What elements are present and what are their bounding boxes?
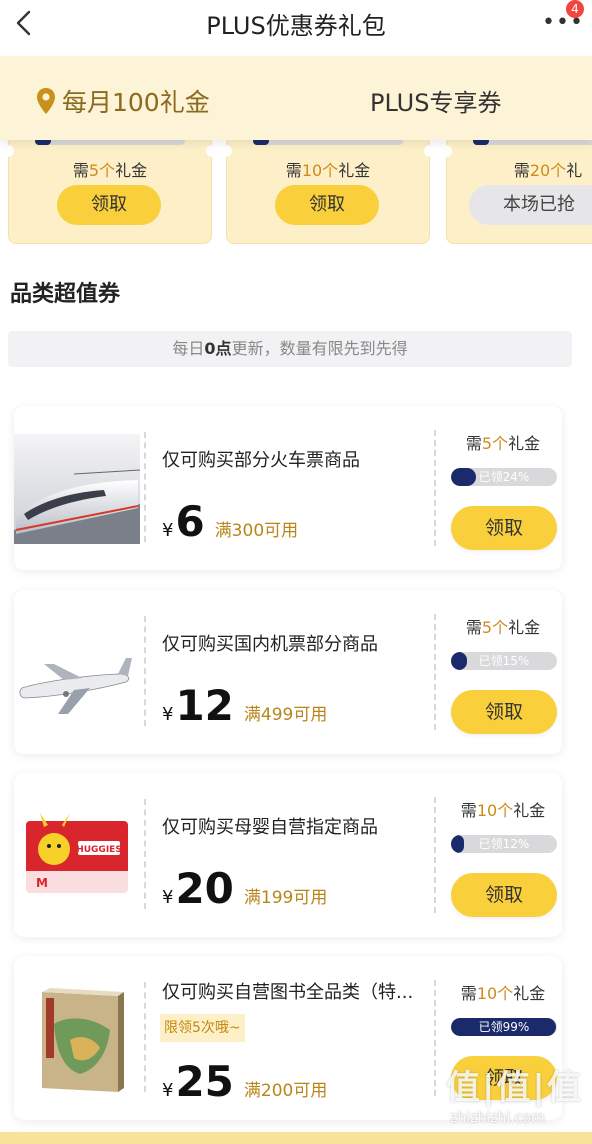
claimed-progress-bar: 已领99% [451, 1018, 557, 1036]
tab-label: 每月100礼金 [62, 88, 210, 117]
update-notice: 每日0点更新，数量有限先到先得 [8, 331, 572, 367]
sold-out-button[interactable]: 本场已抢 [469, 185, 592, 225]
airplane-image [14, 618, 140, 728]
mini-progress-bar [253, 140, 403, 145]
claimed-progress-bar: 已领12% [451, 835, 557, 853]
mini-need-text: 需5个礼金 [72, 161, 148, 180]
watermark: 值|值|值 zhizhizhi.com [420, 1060, 590, 1140]
mini-need-text: 需20个礼 [513, 161, 583, 180]
coupon-amount: ¥20 满199可用 [162, 864, 328, 913]
limit-tag: 限领5次哦~ [160, 1014, 245, 1042]
mini-progress-bar [35, 140, 185, 145]
claim-button[interactable]: 领取 [451, 690, 557, 734]
coupon-card: HUGGIES M 仅可购买母婴自营指定商品 ¥20 满199可用 需10个礼金 … [14, 773, 562, 937]
more-dots-icon: ••• [542, 10, 584, 35]
watermark-url: zhizhizhi.com [450, 1110, 545, 1126]
coupon-description: 仅可购买部分火车票商品 [162, 450, 360, 471]
gift-requirement: 需10个礼金 [460, 984, 546, 1003]
notification-badge: 4 [566, 0, 584, 18]
coupon-card: 仅可购买部分火车票商品 ¥6 满300可用 需5个礼金 已领24% 领取 [14, 406, 562, 570]
mini-coupon: 需10个礼金 领取 [220, 140, 436, 244]
coupon-description: 仅可购买国内机票部分商品 [162, 634, 378, 655]
page-title: PLUS优惠券礼包 [206, 12, 386, 40]
mini-need-text: 需10个礼金 [285, 161, 371, 180]
coupon-amount: ¥6 满300可用 [162, 497, 299, 546]
tab-monthly-gift[interactable]: 每月100礼金 [36, 83, 210, 119]
tab-plus-coupons[interactable]: PLUS专享券 [370, 83, 501, 118]
gift-requirement: 需5个礼金 [465, 434, 541, 453]
train-image [14, 434, 140, 544]
claim-button[interactable]: 领取 [57, 185, 161, 225]
gift-requirement: 需10个礼金 [460, 801, 546, 820]
nav-header: PLUS优惠券礼包 ••• 4 [0, 0, 592, 56]
mini-coupon: 需5个礼金 领取 [2, 140, 218, 244]
mini-coupon: 需20个礼 本场已抢 [440, 140, 592, 244]
claimed-progress-bar: 已领24% [451, 468, 557, 486]
mini-progress-bar [473, 140, 592, 145]
diaper-image: HUGGIES M [14, 801, 140, 911]
claim-button[interactable]: 领取 [275, 185, 379, 225]
location-pin-icon [37, 88, 55, 114]
coupon-card: 仅可购买国内机票部分商品 ¥12 满499可用 需5个礼金 已领15% 领取 [14, 590, 562, 754]
coupon-amount: ¥25 满200可用 [162, 1057, 328, 1106]
claim-button[interactable]: 领取 [451, 873, 557, 917]
coupon-amount: ¥12 满499可用 [162, 681, 328, 730]
watermark-logo: 值|值|值 [446, 1068, 583, 1108]
coupon-description: 仅可购买母婴自营指定商品 [162, 817, 378, 838]
svg-text:M: M [36, 876, 48, 890]
svg-text:HUGGIES: HUGGIES [76, 845, 122, 855]
section-title: 品类超值券 [10, 282, 121, 307]
coupon-description: 仅可购买自营图书全品类（特... [162, 982, 414, 1003]
top-coupon-strip: 需5个礼金 领取 需10个礼金 领取 需20个礼 本场已抢 [0, 140, 592, 250]
claimed-progress-bar: 已领15% [451, 652, 557, 670]
tab-bar: 每月100礼金 PLUS专享券 [0, 56, 592, 140]
gift-requirement: 需5个礼金 [465, 618, 541, 637]
book-image [14, 984, 140, 1094]
claim-button[interactable]: 领取 [451, 506, 557, 550]
